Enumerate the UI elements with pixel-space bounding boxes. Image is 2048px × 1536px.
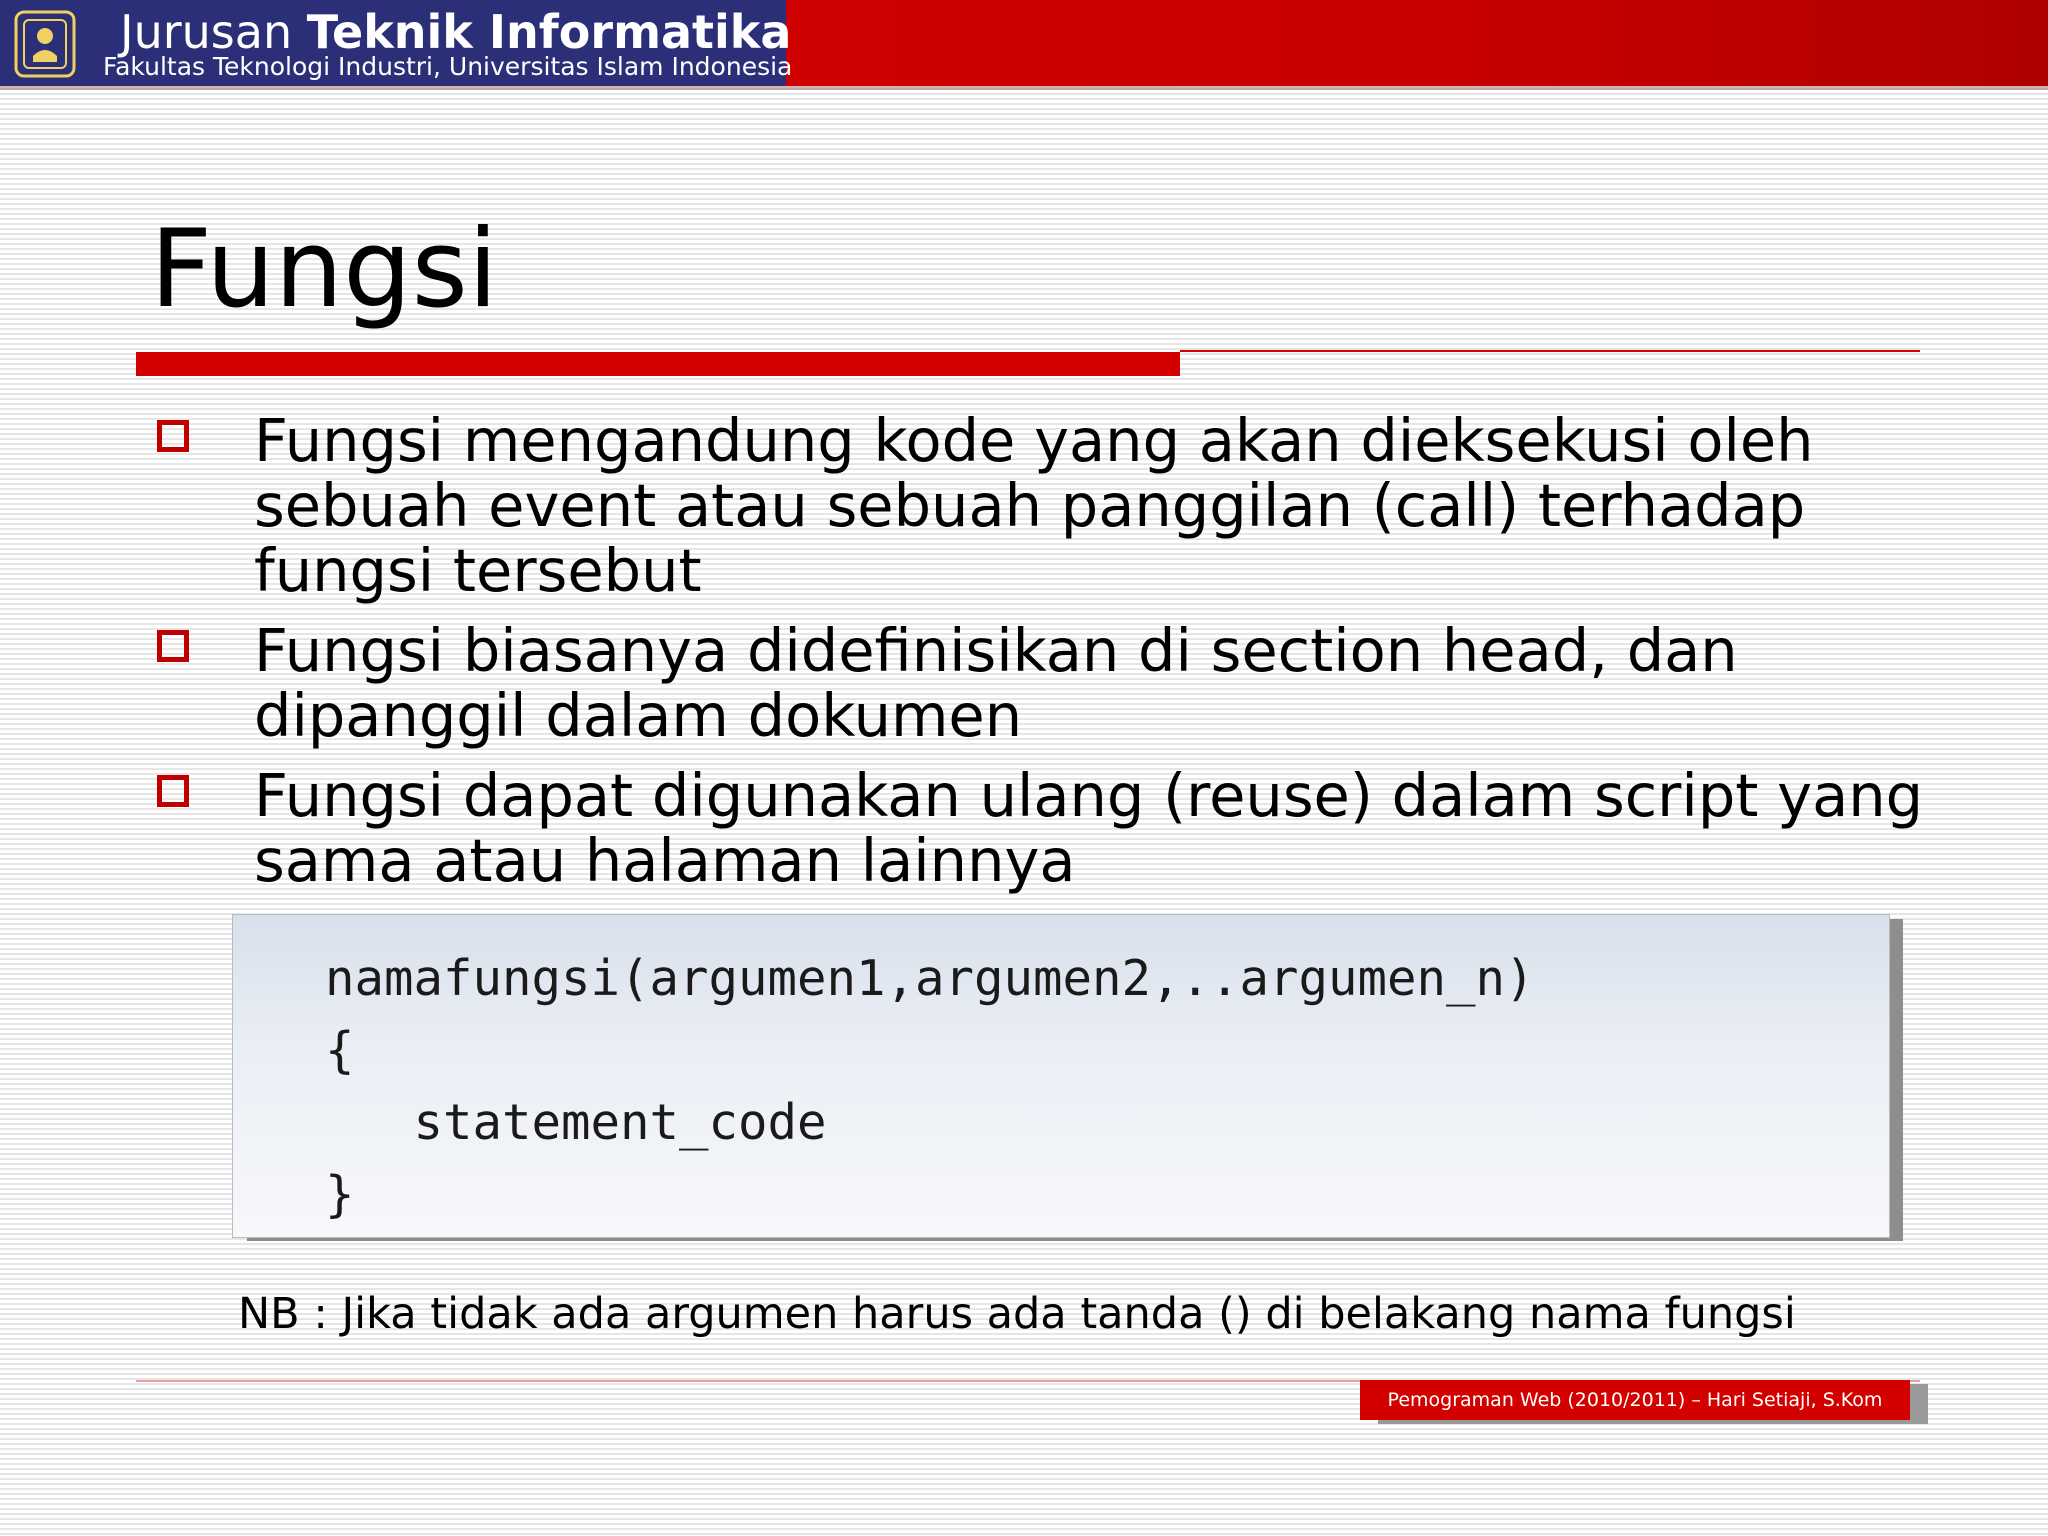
- code-text: namafungsi(argumen1,argumen2,..argumen_n…: [325, 943, 1535, 1231]
- code-block: namafungsi(argumen1,argumen2,..argumen_n…: [232, 914, 1890, 1238]
- header-title-bold: Teknik Informatika: [306, 5, 792, 59]
- university-emblem-icon: [14, 10, 76, 78]
- bullet-list: Fungsi mengandung kode yang akan dieksek…: [150, 408, 1940, 908]
- bullet-item: Fungsi dapat digunakan ulang (reuse) dal…: [150, 763, 1940, 893]
- slide-title: Fungsi: [150, 207, 498, 332]
- hollow-square-bullet-icon: [157, 775, 189, 807]
- bullet-text: Fungsi biasanya didefinisikan di section…: [254, 616, 1738, 750]
- header-title-band: Jurusan Teknik Informatika Fakultas Tekn…: [0, 0, 792, 86]
- bullet-text: Fungsi mengandung kode yang akan dieksek…: [254, 406, 1814, 605]
- hollow-square-bullet-icon: [157, 420, 189, 452]
- header-subtitle: Fakultas Teknologi Industri, Universitas…: [103, 52, 793, 81]
- code-line-signature: namafungsi(argumen1,argumen2,..argumen_n…: [325, 950, 1535, 1007]
- header-shadow: [0, 86, 2048, 90]
- code-line-open-brace: {: [325, 1022, 355, 1079]
- header-title-light: Jurusan: [120, 5, 293, 59]
- footer-badge: Pemograman Web (2010/2011) – Hari Setiaj…: [1360, 1380, 1910, 1420]
- bullet-item: Fungsi mengandung kode yang akan dieksek…: [150, 408, 1940, 603]
- header-bar: Jurusan Teknik Informatika Fakultas Tekn…: [0, 0, 2048, 86]
- hollow-square-bullet-icon: [157, 630, 189, 662]
- title-underline-thin: [1180, 350, 1920, 352]
- footnote: NB : Jika tidak ada argumen harus ada ta…: [238, 1289, 1796, 1339]
- bullet-text: Fungsi dapat digunakan ulang (reuse) dal…: [254, 761, 1924, 895]
- code-line-statement: statement_code: [325, 1094, 827, 1151]
- title-underline-thick: [136, 352, 1180, 376]
- bullet-item: Fungsi biasanya didefinisikan di section…: [150, 618, 1940, 748]
- code-line-close-brace: }: [325, 1166, 355, 1223]
